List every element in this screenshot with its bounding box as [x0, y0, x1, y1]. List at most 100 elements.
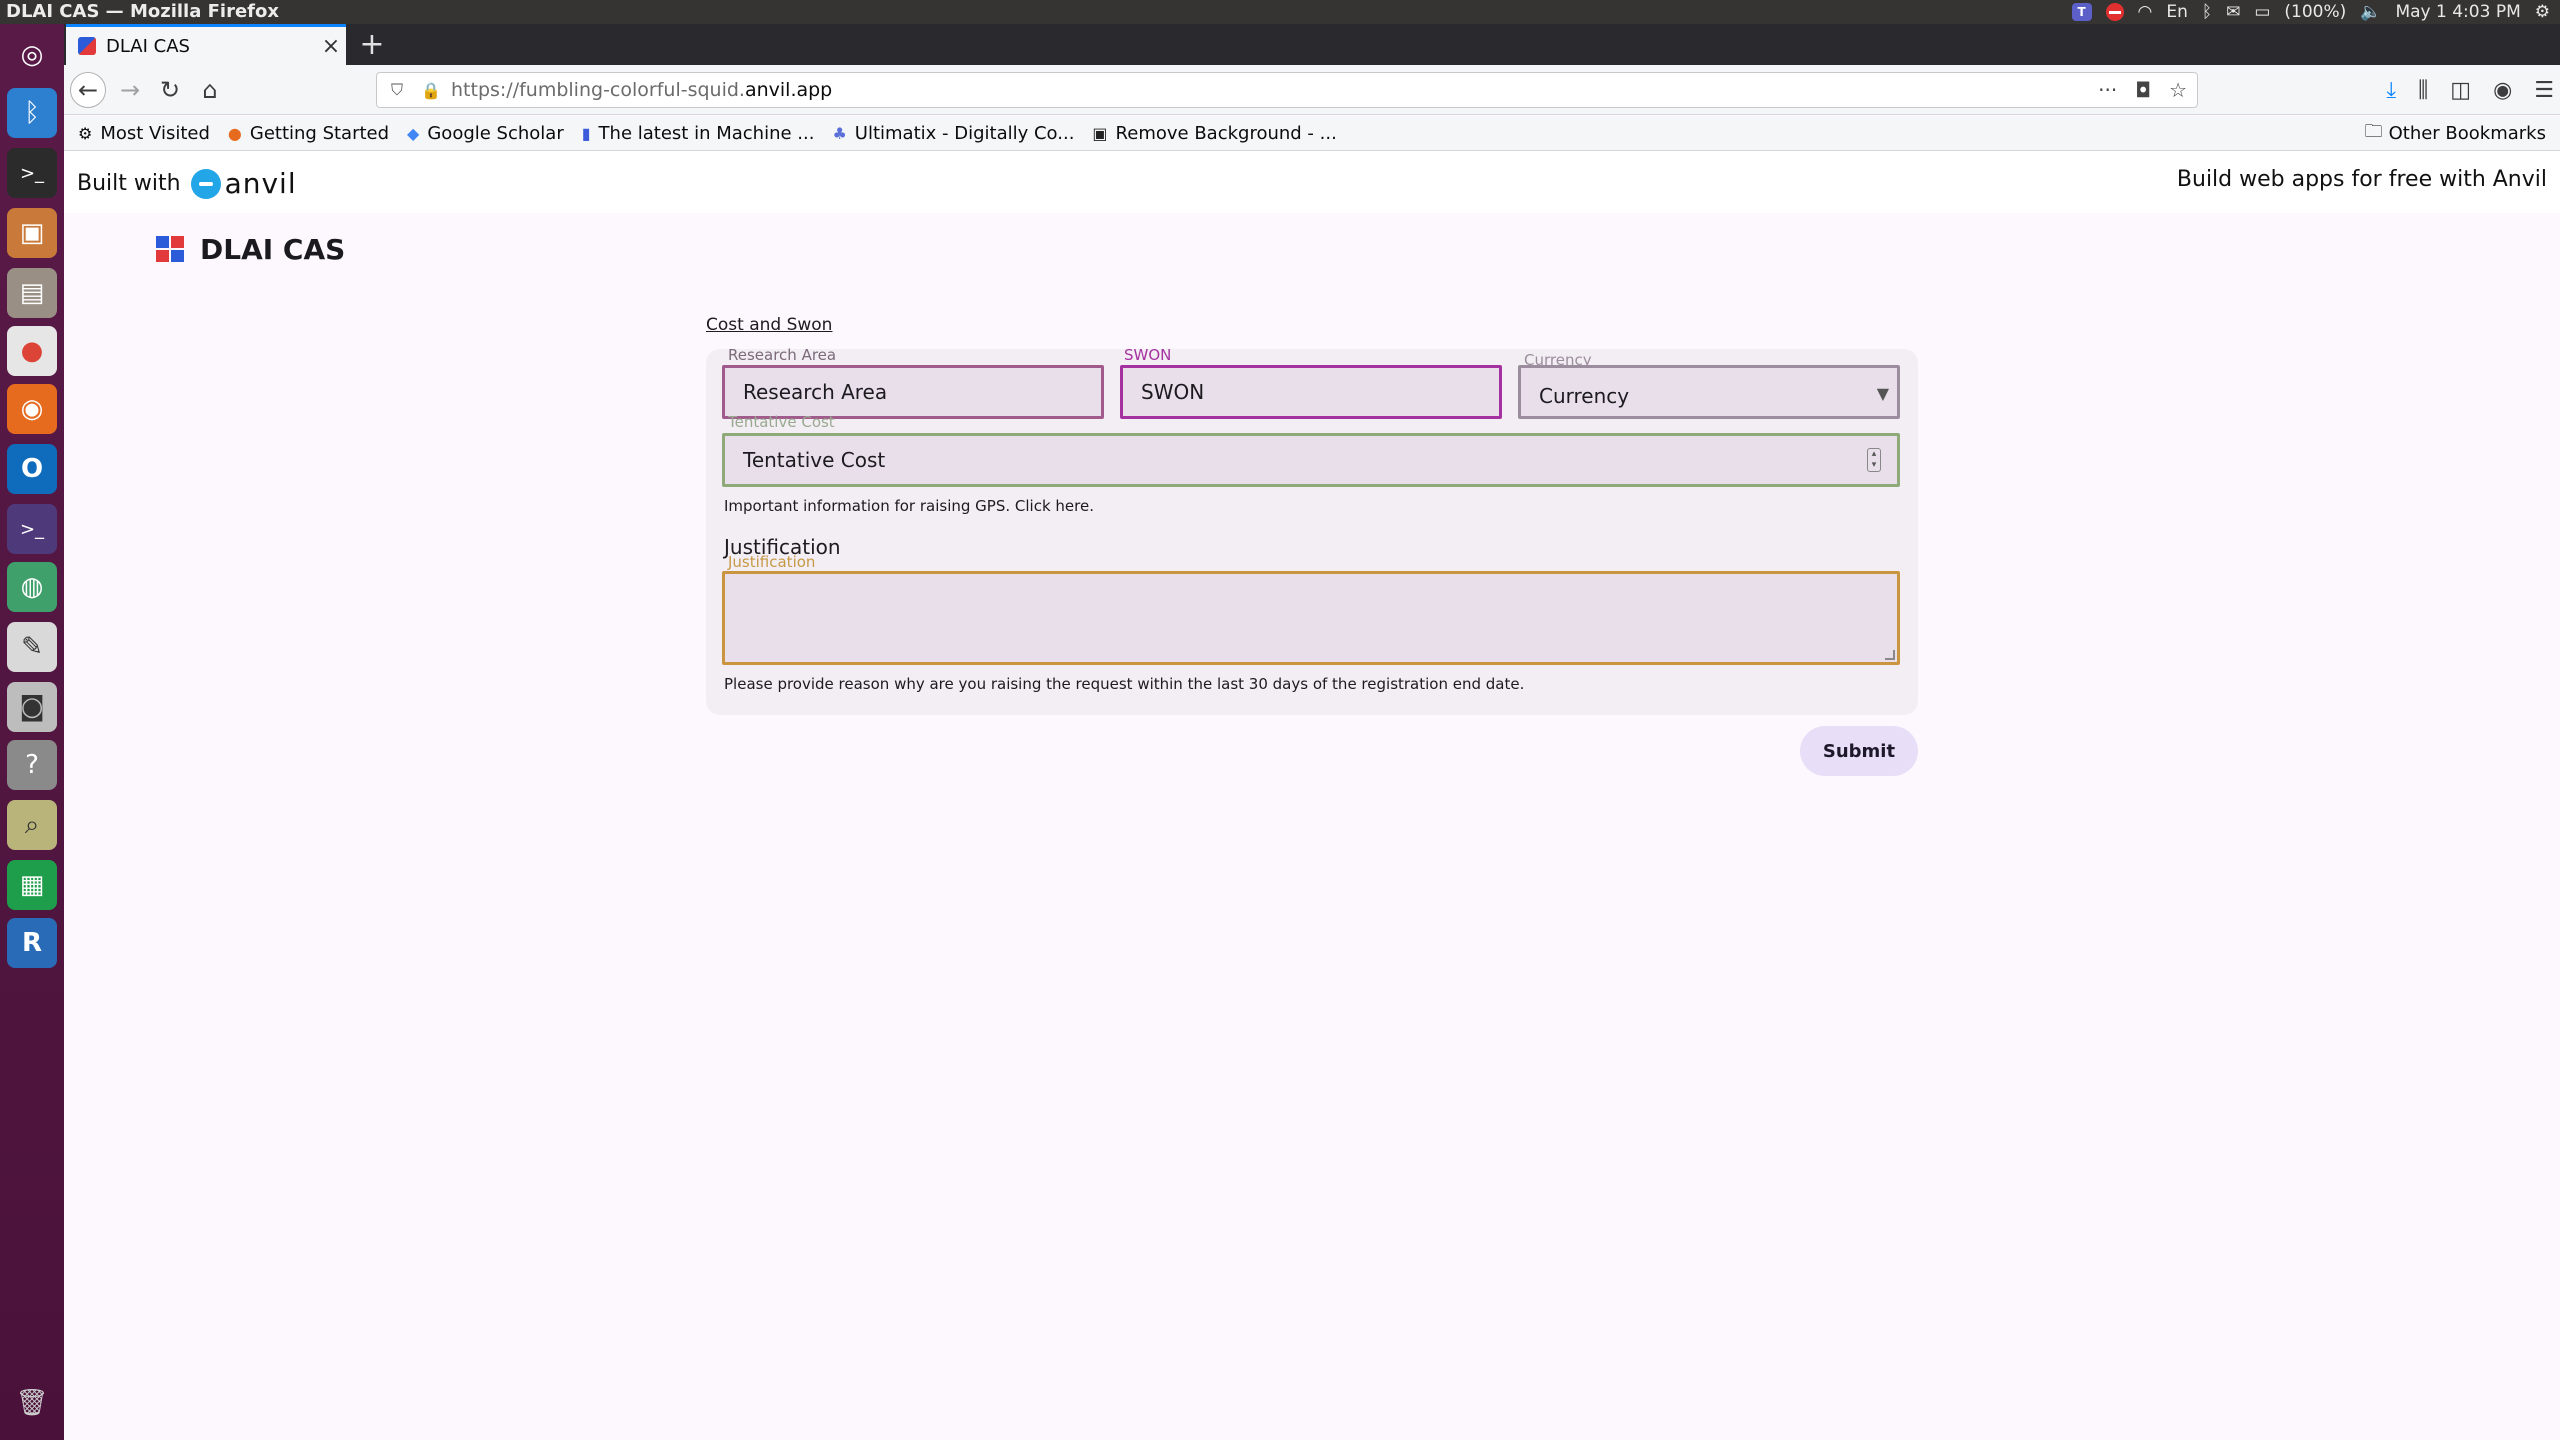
anvil-wordmark: anvil: [224, 167, 297, 200]
volume-icon[interactable]: 🔈: [2360, 2, 2381, 22]
browser-tab-strip: DLAI CAS × +: [64, 24, 2560, 65]
software-center-icon[interactable]: ▣: [7, 208, 57, 258]
bookmark-ultimatix[interactable]: ♣ Ultimatix - Digitally Co...: [832, 123, 1074, 144]
research-area-label: Research Area: [728, 346, 837, 364]
window-title: DLAI CAS — Mozilla Firefox: [6, 1, 279, 22]
account-icon[interactable]: ◉: [2493, 78, 2512, 103]
forward-button[interactable]: →: [112, 72, 148, 108]
removebg-icon: ▣: [1092, 123, 1108, 143]
currency-select[interactable]: Currency ▼: [1518, 365, 1900, 419]
lock-icon[interactable]: 🔒: [421, 81, 441, 100]
menu-icon[interactable]: ☰: [2534, 78, 2554, 103]
bookmark-getting-started[interactable]: ● Getting Started: [228, 123, 389, 144]
app-title: DLAI CAS: [200, 233, 346, 266]
battery-percent: (100%): [2284, 2, 2347, 22]
gps-info-link[interactable]: Important information for raising GPS. C…: [724, 497, 1094, 515]
new-tab-button[interactable]: +: [352, 24, 392, 65]
tentative-cost-label: Tentative Cost: [728, 413, 835, 431]
url-actions: ··· ◘ ☆: [2098, 73, 2187, 107]
pocket-icon[interactable]: ◘: [2135, 78, 2151, 102]
justification-label: Justification: [728, 553, 816, 571]
reload-button[interactable]: ↻: [152, 72, 188, 108]
tracking-shield-icon[interactable]: ⛉: [391, 80, 409, 100]
terminal-icon[interactable]: >_: [7, 148, 57, 198]
settings-gear-icon[interactable]: ⚙: [2535, 2, 2550, 22]
image-viewer-icon[interactable]: ⌕: [7, 800, 57, 850]
research-area-value: Research Area: [743, 380, 888, 404]
anvil-logo: anvil: [190, 167, 297, 200]
chevron-down-icon: ▼: [1876, 384, 1889, 403]
other-bookmarks[interactable]: 🗀 Other Bookmarks: [2365, 116, 2546, 151]
submit-button[interactable]: Submit: [1800, 726, 1918, 776]
bookmark-label: The latest in Machine ...: [598, 122, 815, 144]
tentative-cost-value: Tentative Cost: [743, 448, 886, 472]
help-icon[interactable]: ?: [7, 740, 57, 790]
other-bookmarks-label: Other Bookmarks: [2388, 123, 2546, 144]
folder-icon: 🗀: [2364, 120, 2383, 142]
tab-dlai-cas[interactable]: DLAI CAS ×: [66, 24, 346, 65]
built-with-anvil[interactable]: Built with anvil: [77, 167, 297, 200]
teams-icon[interactable]: T: [2071, 3, 2092, 21]
built-with-text: Built with: [77, 171, 181, 196]
bookmark-label: Google Scholar: [427, 122, 564, 144]
app-favicon-icon: [78, 37, 96, 55]
do-not-disturb-icon[interactable]: [2105, 3, 2124, 21]
home-button[interactable]: ⌂: [192, 72, 228, 108]
close-tab-icon[interactable]: ×: [316, 34, 346, 59]
sidebar-icon[interactable]: ◫: [2450, 78, 2471, 103]
tentative-cost-input[interactable]: Tentative Cost ▴ ▾: [722, 433, 1900, 487]
bookmarks-bar: ⚙ Most Visited ● Getting Started ◆ Google S…: [64, 116, 2560, 151]
bookmark-label: Getting Started: [249, 122, 390, 144]
downloads-icon[interactable]: ⤓: [2386, 78, 2396, 103]
files-icon[interactable]: ▤: [7, 268, 57, 318]
app-header: DLAI CAS: [156, 233, 345, 266]
rstudio-icon[interactable]: R: [7, 918, 57, 968]
anvil-banner: Built with anvil Build web apps for free…: [64, 151, 2560, 213]
justification-hint: Please provide reason why are you raisin…: [724, 675, 1525, 693]
outlook-icon[interactable]: O: [7, 444, 57, 494]
bookmark-google-scholar[interactable]: ◆ Google Scholar: [407, 123, 564, 144]
system-tray: T ◠ En ᛒ ✉ ▭ (100%) 🔈 May 1 4:03 PM ⚙: [2071, 0, 2550, 24]
launcher-dock: ◎ ᛒ >_ ▣ ▤ ● ◉ O >_ ◍ ✎ ◙ ? ⌕ ▦ R 🗑: [0, 24, 64, 1440]
browser-toolbar: ⤓ ⫼ ◫ ◉ ☰: [2386, 72, 2554, 108]
page-content: Built with anvil Build web apps for free…: [64, 151, 2560, 1440]
terminal-alt-icon[interactable]: >_: [7, 504, 57, 554]
text-editor-icon[interactable]: ✎: [7, 622, 57, 672]
build-free-link[interactable]: Build web apps for free with Anvil: [2177, 167, 2547, 192]
firefox-icon[interactable]: ◉: [7, 384, 57, 434]
number-stepper-icon[interactable]: ▴ ▾: [1867, 448, 1881, 472]
swon-label: SWON: [1124, 346, 1172, 364]
keyboard-layout-icon[interactable]: En: [2166, 2, 2188, 22]
url-text[interactable]: https://fumbling-colorful-squid.anvil.ap…: [451, 79, 832, 101]
back-button[interactable]: ←: [70, 72, 106, 108]
url-bar[interactable]: ⛉ 🔒 https://fumbling-colorful-squid.anvi…: [376, 72, 2198, 108]
justification-textarea[interactable]: [722, 571, 1900, 665]
camera-icon[interactable]: ◙: [7, 682, 57, 732]
cost-and-swon-link[interactable]: Cost and Swon: [706, 315, 832, 335]
chrome-icon[interactable]: ●: [7, 326, 57, 376]
spreadsheet-icon[interactable]: ▦: [7, 860, 57, 910]
research-area-input[interactable]: Research Area: [722, 365, 1104, 419]
library-icon[interactable]: ⫼: [2418, 78, 2428, 103]
wifi-icon[interactable]: ◠: [2138, 2, 2153, 22]
gear-icon: ⚙: [78, 123, 93, 143]
network-icon[interactable]: ◍: [7, 562, 57, 612]
clock[interactable]: May 1 4:03 PM: [2395, 2, 2520, 22]
bookmark-machine-learning[interactable]: ▮ The latest in Machine ...: [582, 123, 815, 144]
app-logo-icon: [156, 235, 186, 264]
currency-value: Currency: [1539, 384, 1630, 408]
ubuntu-dash-icon[interactable]: ◎: [7, 30, 57, 80]
trash-icon[interactable]: 🗑: [7, 1378, 57, 1428]
bookmark-remove-background[interactable]: ▣ Remove Background - ...: [1092, 123, 1336, 144]
bookmark-most-visited[interactable]: ⚙ Most Visited: [78, 123, 210, 144]
page-actions-icon[interactable]: ···: [2098, 78, 2117, 102]
bluetooth-app-icon[interactable]: ᛒ: [7, 88, 57, 138]
bluetooth-icon[interactable]: ᛒ: [2202, 2, 2212, 22]
mail-icon[interactable]: ✉: [2226, 2, 2240, 22]
swon-input[interactable]: SWON: [1120, 365, 1502, 419]
ultimatix-icon: ♣: [832, 123, 847, 143]
battery-icon[interactable]: ▭: [2254, 2, 2270, 22]
browser-nav-bar: ← → ↻ ⌂ ⛉ 🔒 https://fumbling-colorful-sq…: [64, 65, 2560, 115]
resize-handle-icon[interactable]: [1885, 650, 1895, 660]
bookmark-star-icon[interactable]: ☆: [2169, 78, 2187, 102]
